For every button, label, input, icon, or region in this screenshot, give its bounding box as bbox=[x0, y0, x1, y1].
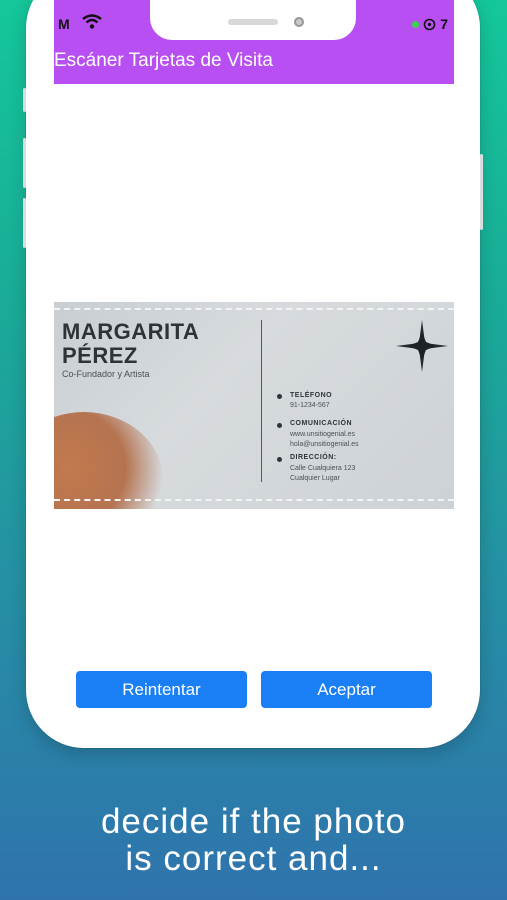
card-edge-bottom bbox=[54, 499, 454, 501]
captured-card-photo: MARGARITA PÉREZ Co-Fundador y Artista TE… bbox=[54, 302, 454, 509]
phone-volume-up-button bbox=[23, 138, 26, 188]
contact-bullet bbox=[277, 423, 282, 428]
front-camera-icon bbox=[294, 17, 304, 27]
card-name-first: MARGARITA bbox=[62, 319, 200, 344]
card-role: Co-Fundador y Artista bbox=[62, 369, 150, 379]
card-edge-top bbox=[54, 308, 454, 310]
phone-volume-down-button bbox=[23, 198, 26, 248]
contact-bullet bbox=[277, 457, 282, 462]
page-title: Escáner Tarjetas de Visita bbox=[54, 50, 273, 71]
accept-button[interactable]: Aceptar bbox=[261, 671, 432, 708]
wifi-icon bbox=[82, 14, 102, 33]
contact-heading-communication: COMUNICACIÓN bbox=[290, 420, 352, 427]
phone-power-button bbox=[480, 154, 483, 230]
contact-website: www.unsitiogenial.es bbox=[290, 431, 355, 438]
phone-notch bbox=[150, 0, 356, 40]
contact-address-street: Calle Cualquiera 123 bbox=[290, 465, 356, 472]
status-indicators: 7 bbox=[412, 16, 448, 32]
card-name-last: PÉREZ bbox=[62, 343, 138, 368]
phone-side-button bbox=[23, 88, 26, 112]
contact-bullet bbox=[277, 394, 282, 399]
promo-caption-line-1: decide if the photo bbox=[100, 802, 407, 841]
card-divider bbox=[261, 320, 262, 482]
contact-heading-address: DIRECCIÓN: bbox=[290, 454, 337, 461]
contact-email: hola@unsitiogenial.es bbox=[290, 441, 359, 448]
photo-finger-shadow bbox=[54, 412, 164, 509]
contact-address-city: Cualquier Lugar bbox=[290, 475, 340, 482]
retry-button[interactable]: Reintentar bbox=[76, 671, 247, 708]
recording-dot-icon bbox=[412, 20, 420, 28]
star-icon bbox=[396, 320, 448, 372]
promo-caption-line-2: is correct and... bbox=[125, 839, 382, 878]
status-time: M bbox=[58, 16, 70, 32]
contact-heading-phone: TELÉFONO bbox=[290, 392, 333, 399]
speaker-grille bbox=[228, 19, 278, 25]
status-battery: 7 bbox=[440, 16, 448, 32]
app-screen: M 7 Escáner Tarjetas de Visita MARGARITA… bbox=[54, 0, 454, 720]
alarm-icon bbox=[423, 18, 436, 30]
contact-phone: 91-1234-567 bbox=[290, 402, 330, 409]
